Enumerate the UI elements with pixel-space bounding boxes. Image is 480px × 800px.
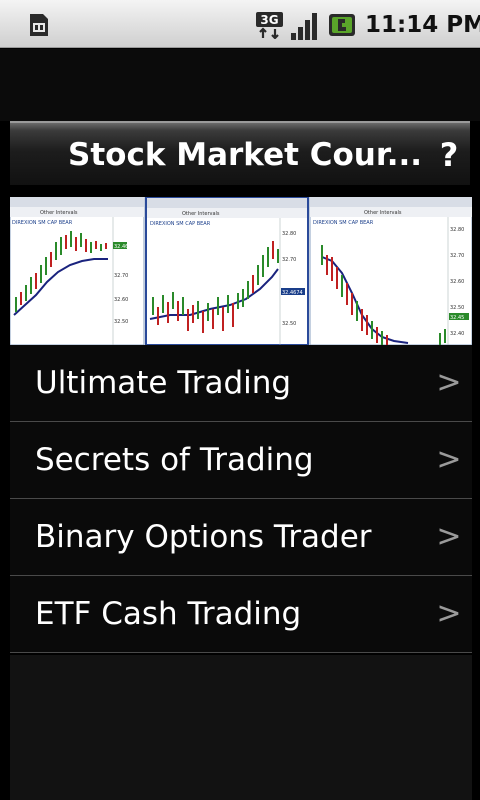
clock: 11:14 PM [365, 12, 480, 38]
list-item-label: ETF Cash Trading [35, 596, 302, 632]
chevron-right-icon: > [436, 365, 462, 400]
status-bar: 3G 11:14 PM [0, 0, 480, 48]
instrument-label: DIREXION SM CAP BEAR [150, 221, 211, 227]
menu-list: Ultimate Trading > Secrets of Trading > … [10, 345, 472, 655]
price-tick: 32.40 [450, 331, 464, 337]
price-tick: 32.80 [450, 227, 464, 233]
chevron-right-icon: > [436, 596, 462, 631]
price-highlight: 32.4674 [282, 290, 303, 296]
empty-list-area [10, 655, 472, 800]
list-item-ultimate-trading[interactable]: Ultimate Trading > [10, 345, 472, 422]
list-item-binary-options-trader[interactable]: Binary Options Trader > [10, 499, 472, 576]
price-tick: 32.60 [114, 297, 128, 303]
battery-charging-icon [329, 14, 355, 36]
list-item-secrets-of-trading[interactable]: Secrets of Trading > [10, 422, 472, 499]
chart-banner-svg: Other Intervals DIREXION SM CAP BEAR 32.… [10, 197, 472, 345]
chart-panel-2: Other Intervals DIREXION SM CAP BEAR 32.… [145, 197, 309, 345]
signal-strength-icon [291, 13, 317, 40]
chevron-right-icon: > [436, 442, 462, 477]
app-background [0, 49, 480, 121]
list-item-label: Secrets of Trading [35, 442, 314, 478]
price-tick: 32.70 [450, 253, 464, 259]
help-icon[interactable]: ? [432, 135, 466, 175]
instrument-label: DIREXION SM CAP BEAR [313, 220, 374, 226]
tab-label: Other Intervals [182, 211, 220, 217]
price-tick: 32.70 [282, 257, 296, 263]
chevron-right-icon: > [436, 519, 462, 554]
price-highlight: 32.46 [114, 244, 128, 250]
tab-label: Other Intervals [40, 210, 78, 216]
price-tick: 32.50 [114, 319, 128, 325]
chart-panel-3: Other Intervals DIREXION SM CAP BEAR 32.… [309, 197, 472, 345]
page-title: Stock Market Cour... [68, 137, 423, 173]
list-item-label: Binary Options Trader [35, 519, 372, 555]
list-item-etf-cash-trading[interactable]: ETF Cash Trading > [10, 576, 472, 653]
price-tick: 32.60 [450, 279, 464, 285]
price-tick: 32.50 [282, 321, 296, 327]
3g-data-icon: 3G [256, 12, 283, 39]
title-bar: Stock Market Cour... ? [10, 121, 470, 185]
network-type-label: 3G [260, 13, 278, 27]
chart-banner-image: Other Intervals DIREXION SM CAP BEAR 32.… [10, 197, 472, 345]
price-highlight: 32.45 [450, 315, 464, 321]
tab-label: Other Intervals [364, 210, 402, 216]
price-tick: 32.80 [282, 231, 296, 237]
instrument-label: DIREXION SM CAP BEAR [12, 220, 73, 226]
sim-icon [30, 14, 48, 36]
chart-panel-1: Other Intervals DIREXION SM CAP BEAR 32.… [10, 197, 145, 345]
price-tick: 32.50 [450, 305, 464, 311]
price-tick: 32.70 [114, 273, 128, 279]
list-item-label: Ultimate Trading [35, 365, 292, 401]
